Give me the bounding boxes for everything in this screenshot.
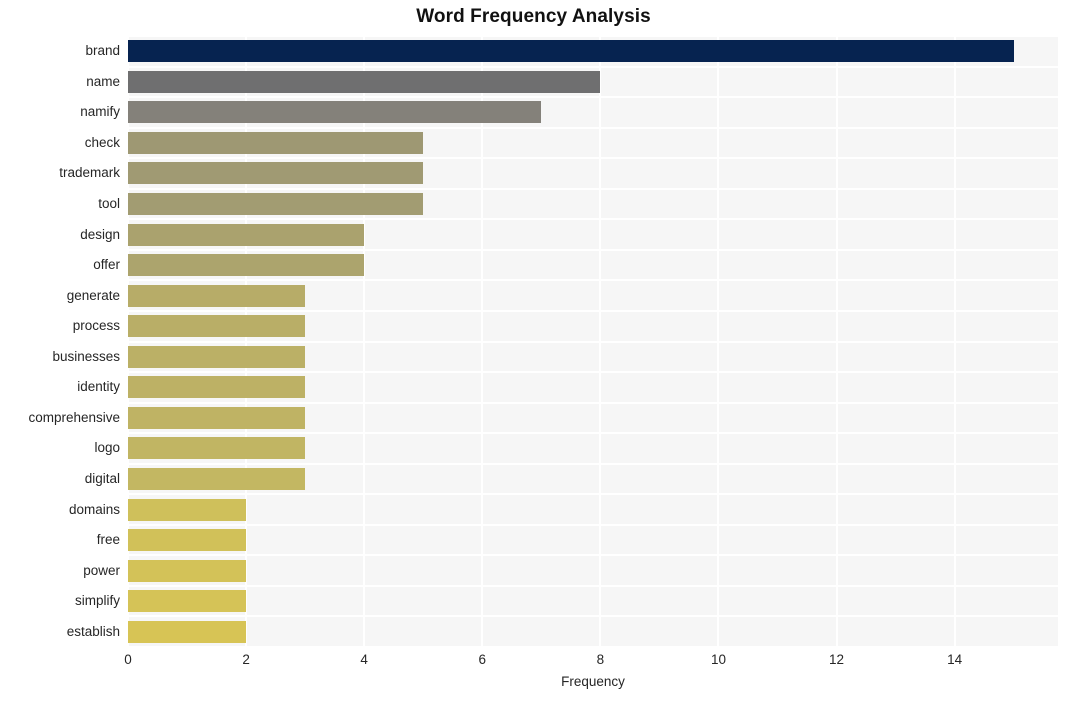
y-axis-tick-label: namify bbox=[80, 104, 120, 120]
y-axis-tick-label: digital bbox=[84, 470, 120, 486]
y-axis-tick-label: logo bbox=[94, 440, 120, 456]
x-axis-tick-label: 0 bbox=[124, 652, 132, 667]
y-axis-tick-label: offer bbox=[93, 257, 120, 273]
y-axis-tick-label: simplify bbox=[74, 593, 120, 609]
x-axis-tick-label: 14 bbox=[947, 652, 963, 667]
y-axis-tick-label: trademark bbox=[59, 165, 120, 181]
chart-title: Word Frequency Analysis bbox=[416, 6, 651, 27]
x-axis-title: Frequency bbox=[561, 674, 625, 689]
x-axis-tick-label: 6 bbox=[478, 652, 487, 667]
x-axis-tick-label: 8 bbox=[596, 652, 605, 667]
y-axis-tick-labels: brand name namify check trademark tool design o… bbox=[0, 36, 1067, 647]
x-axis-tick-label: 12 bbox=[829, 652, 845, 667]
y-axis-tick-label: name bbox=[86, 73, 120, 89]
word-frequency-chart: Word Frequency Analysis brand name namify c… bbox=[0, 0, 1067, 701]
y-axis-tick-label: tool bbox=[98, 196, 120, 212]
y-axis-tick-label: brand bbox=[85, 43, 120, 59]
y-axis-tick-label: design bbox=[80, 226, 120, 242]
y-axis-tick-label: check bbox=[84, 134, 120, 150]
y-axis-tick-label: businesses bbox=[52, 348, 120, 364]
y-axis-tick-label: free bbox=[96, 532, 120, 548]
x-axis-tick-labels: 0 2 4 6 8 10 12 14 bbox=[0, 652, 1067, 672]
y-axis-tick-label: establish bbox=[66, 623, 120, 639]
x-axis-tick-label: 10 bbox=[710, 652, 726, 667]
x-axis-tick-label: 2 bbox=[242, 652, 250, 667]
y-axis-tick-label: generate bbox=[66, 287, 120, 303]
y-axis-tick-label: domains bbox=[68, 501, 120, 517]
y-axis-tick-label: power bbox=[83, 562, 120, 578]
y-axis-tick-label: identity bbox=[77, 379, 120, 395]
y-axis-tick-label: comprehensive bbox=[28, 409, 120, 425]
x-axis-tick-label: 4 bbox=[360, 652, 368, 667]
y-axis-tick-label: process bbox=[72, 318, 120, 334]
